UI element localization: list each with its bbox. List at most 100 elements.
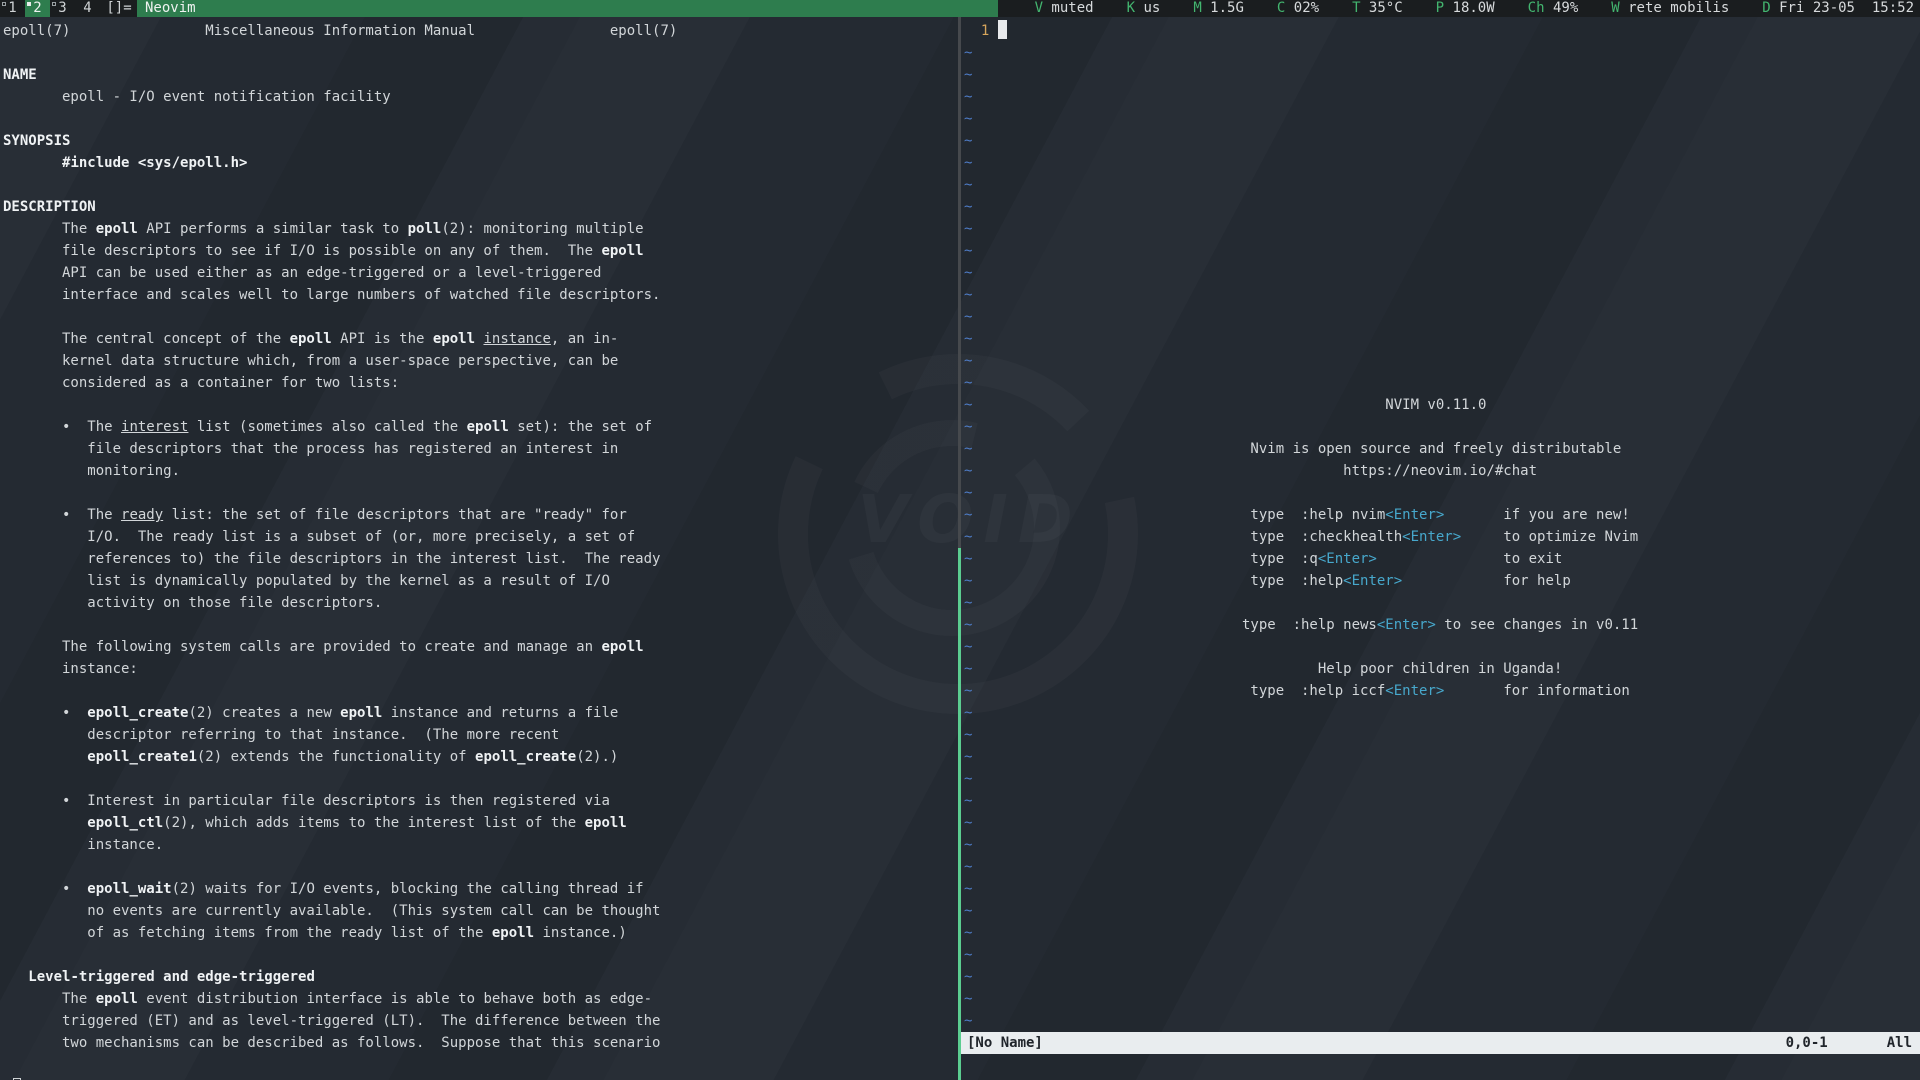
- tilde-row: ~: [964, 900, 1920, 922]
- man-line: [3, 42, 958, 64]
- tilde-row: ~: [964, 966, 1920, 988]
- status-item-c: C 02%: [1277, 0, 1319, 16]
- pane-divider-upper[interactable]: [958, 17, 961, 548]
- man-line: file descriptors that the process has re…: [3, 438, 958, 460]
- tilde-row: ~: [964, 812, 1920, 834]
- man-line: • epoll_wait(2) waits for I/O events, bl…: [3, 878, 958, 900]
- workspace-tag-1[interactable]: 1: [0, 0, 25, 17]
- intro-line: type :help iccf<Enter> for information: [1242, 680, 1638, 702]
- man-line: [3, 482, 958, 504]
- intro-line: https://neovim.io/#chat: [1242, 460, 1638, 482]
- status-key: P: [1436, 0, 1444, 16]
- tilde-row: ~: [964, 328, 1920, 350]
- status-key: M: [1193, 0, 1201, 16]
- man-line: I/O. The ready list is a subset of (or, …: [3, 526, 958, 548]
- workspace-tag-4[interactable]: 4: [75, 0, 100, 17]
- tag-client-indicator: [52, 2, 56, 6]
- tilde-row: ~: [964, 746, 1920, 768]
- man-line: [3, 944, 958, 966]
- tag-label: 1: [8, 0, 16, 16]
- tag-label: 2: [33, 0, 41, 16]
- nvim-line-1[interactable]: 1: [964, 20, 1920, 42]
- man-line: [3, 1054, 958, 1076]
- tilde-row: ~: [964, 724, 1920, 746]
- tilde-row: ~: [964, 702, 1920, 724]
- desktop: VOID 1234 []= Neovim V mutedK usM 1.5GC …: [0, 0, 1920, 1080]
- man-line: • Interest in particular file descriptor…: [3, 790, 958, 812]
- man-line: [3, 768, 958, 790]
- status-value: Fri 23-05 15:52: [1771, 0, 1914, 16]
- man-line: epoll_create1(2) extends the functionali…: [3, 746, 958, 768]
- workspace-tag-3[interactable]: 3: [50, 0, 75, 17]
- status-item-t: T 35°C: [1352, 0, 1403, 16]
- pane-divider-lower[interactable]: [958, 548, 961, 1080]
- status-value: rete mobilis: [1620, 0, 1730, 16]
- dwm-bar: 1234 []= Neovim V mutedK usM 1.5GC 02%T …: [0, 0, 1920, 17]
- tilde-row: ~: [964, 1010, 1920, 1032]
- terminal-man-pane[interactable]: epoll(7) Miscellaneous Information Manua…: [0, 17, 958, 1080]
- tilde-row: ~: [964, 790, 1920, 812]
- tilde-row: ~: [964, 108, 1920, 130]
- intro-line: type :help<Enter> for help: [1242, 570, 1638, 592]
- status-key: W: [1611, 0, 1619, 16]
- status-key: T: [1352, 0, 1360, 16]
- man-line: Level-triggered and edge-triggered: [3, 966, 958, 988]
- nvim-cursor[interactable]: [998, 20, 1007, 39]
- status-item-k: K us: [1127, 0, 1161, 16]
- statusbar-info: V mutedK usM 1.5GC 02%T 35°CP 18.0WCh 49…: [1035, 0, 1914, 17]
- status-value: muted: [1043, 0, 1094, 16]
- status-item-w: W rete mobilis: [1611, 0, 1729, 16]
- tilde-row: ~: [964, 306, 1920, 328]
- intro-line: [1242, 592, 1638, 614]
- man-page-text: epoll(7) Miscellaneous Information Manua…: [3, 20, 958, 1076]
- status-item-ch: Ch 49%: [1528, 0, 1579, 16]
- workspace-tag-2[interactable]: 2: [25, 0, 50, 17]
- tilde-row: ~: [964, 42, 1920, 64]
- tilde-row: ~: [964, 834, 1920, 856]
- tilde-row: ~: [964, 944, 1920, 966]
- status-value: 1.5G: [1202, 0, 1244, 16]
- intro-line: type :q<Enter> to exit: [1242, 548, 1638, 570]
- man-line: [3, 174, 958, 196]
- tag-label: 4: [83, 0, 91, 16]
- man-line: [3, 394, 958, 416]
- tilde-row: ~: [964, 922, 1920, 944]
- status-value: 18.0W: [1444, 0, 1495, 16]
- man-line: API can be used either as an edge-trigge…: [3, 262, 958, 284]
- workspace-tags: 1 234: [0, 0, 100, 17]
- tilde-row: ~: [964, 240, 1920, 262]
- status-item-d: D Fri 23-05 15:52: [1762, 0, 1914, 16]
- man-line: no events are currently available. (This…: [3, 900, 958, 922]
- man-line: [3, 108, 958, 130]
- man-line: instance.: [3, 834, 958, 856]
- line-number: 1: [964, 23, 998, 39]
- status-value: us: [1135, 0, 1160, 16]
- man-line: epoll - I/O event notification facility: [3, 86, 958, 108]
- man-line: descriptor referring to that instance. (…: [3, 724, 958, 746]
- tilde-row: ~: [964, 878, 1920, 900]
- man-line: epoll_ctl(2), which adds items to the in…: [3, 812, 958, 834]
- focused-window-title: Neovim: [137, 0, 998, 17]
- man-line: epoll(7) Miscellaneous Information Manua…: [3, 20, 958, 42]
- tilde-row: ~: [964, 768, 1920, 790]
- man-line: SYNOPSIS: [3, 130, 958, 152]
- status-item-m: M 1.5G: [1193, 0, 1244, 16]
- man-line: • The ready list: the set of file descri…: [3, 504, 958, 526]
- intro-line: type :help news<Enter> to see changes in…: [1242, 614, 1638, 636]
- neovim-pane[interactable]: 1 ~~~~~~~~~~~~~~~~~~~~~~~~~~~~~~~~~~~~~~…: [961, 17, 1920, 1080]
- status-key: D: [1762, 0, 1770, 16]
- tilde-row: ~: [964, 856, 1920, 878]
- nvim-intro-message: NVIM v0.11.0 Nvim is open source and fre…: [1242, 394, 1638, 702]
- tilde-row: ~: [964, 284, 1920, 306]
- tilde-row: ~: [964, 174, 1920, 196]
- pager-prompt-row[interactable]: :: [3, 1076, 958, 1080]
- layout-indicator[interactable]: []=: [100, 0, 138, 17]
- tilde-row: ~: [964, 196, 1920, 218]
- window-title-text: Neovim: [145, 0, 196, 16]
- tilde-row: ~: [964, 64, 1920, 86]
- tilde-row: ~: [964, 372, 1920, 394]
- status-key: K: [1127, 0, 1135, 16]
- man-line: triggered (ET) and as level-triggered (L…: [3, 1010, 958, 1032]
- intro-line: [1242, 482, 1638, 504]
- man-line: instance:: [3, 658, 958, 680]
